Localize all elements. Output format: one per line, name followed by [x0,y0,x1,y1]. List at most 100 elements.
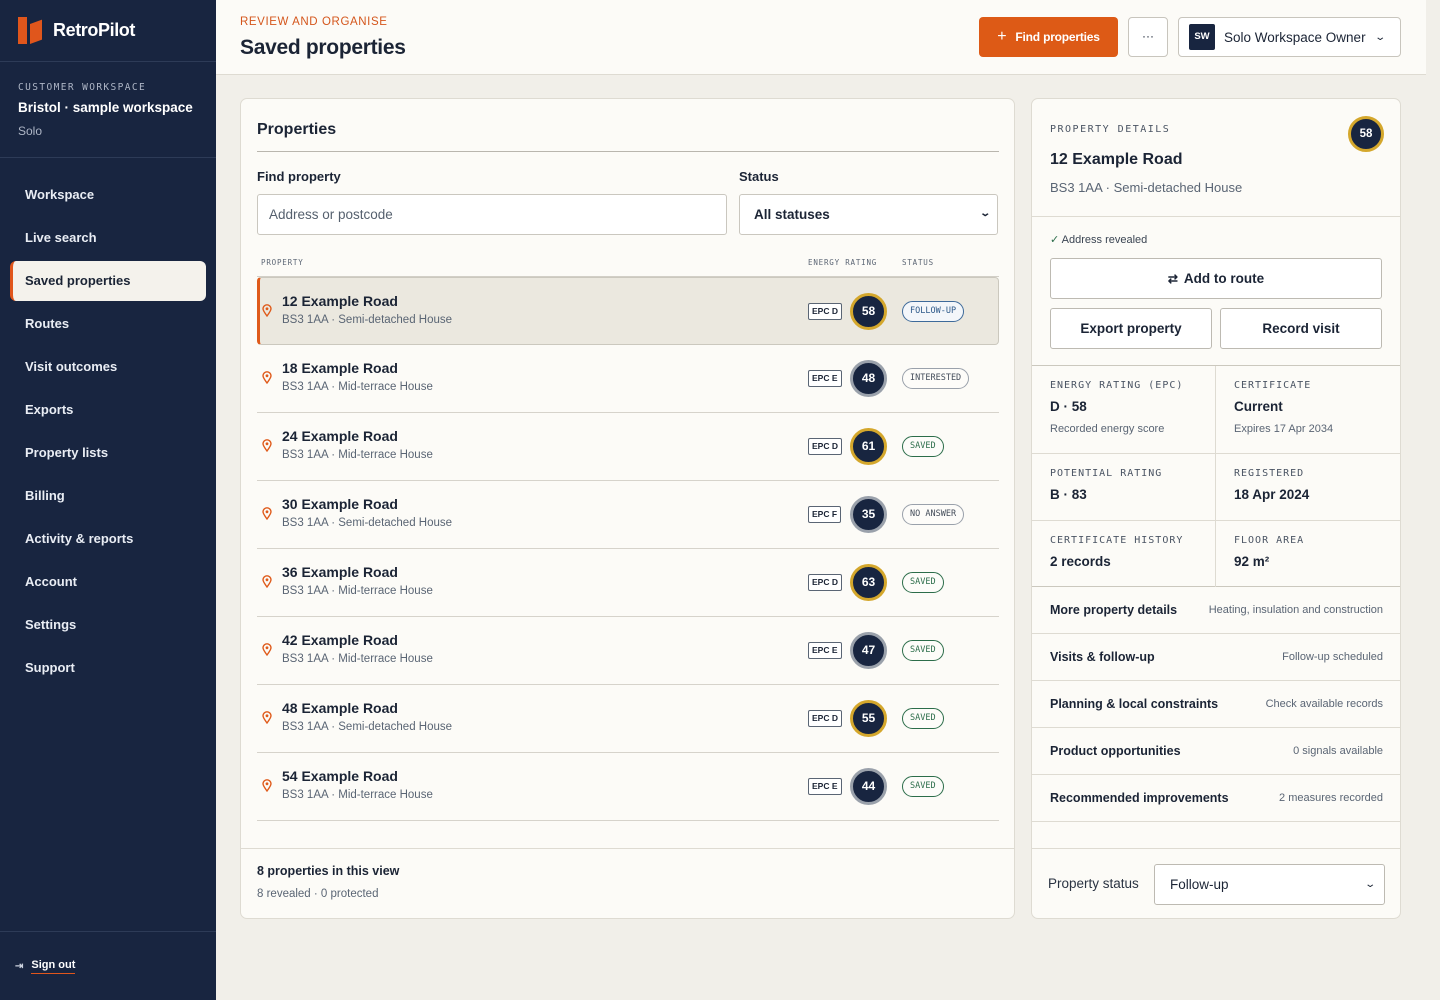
table-row[interactable]: 48 Example Road BS3 1AA · Semi-detached … [257,685,999,753]
user-menu[interactable]: SW Solo Workspace Owner ⌄ [1178,17,1401,57]
divider [1032,216,1400,217]
section-visits-follow-up[interactable]: Visits & follow-up Follow-up scheduled [1032,634,1400,681]
export-property-button[interactable]: Export property [1050,308,1212,349]
epc-badge: EPC F [808,506,842,523]
property-title: 42 Example Road [282,632,398,648]
section-label: Recommended improvements [1050,791,1229,805]
add-to-route-label: Add to route [1183,271,1265,286]
find-property-label: Find property [257,169,341,184]
results-summary: 8 revealed · 0 protected [257,888,379,900]
sign-out-icon: ⇥ [15,960,24,972]
brand-name: RetroPilot [53,20,136,40]
epc-badge: EPC D [808,574,842,591]
property-subtitle: BS3 1AA · Mid-terrace House [282,653,433,665]
status-filter-select[interactable]: All statuses ⌄ [739,194,998,235]
property-title: 24 Example Road [282,428,398,444]
section-more-details[interactable]: More property details Heating, insulatio… [1032,587,1400,634]
sidebar-item-activity-reports[interactable]: Activity & reports [10,519,206,559]
section-hint: Check available records [1265,698,1383,710]
property-status-label: Property status [1048,876,1139,891]
sidebar-item-saved-properties[interactable]: Saved properties [10,261,206,301]
cell-value: B · 83 [1050,487,1087,502]
energy-score: 58 [850,293,887,330]
brand[interactable]: RetroPilot [0,0,216,62]
cell-value: D · 58 [1050,399,1087,414]
registered-cell: REGISTERED 18 Apr 2024 [1216,454,1400,521]
property-subtitle: BS3 1AA · Semi-detached House [282,721,453,733]
page-eyebrow: REVIEW AND ORGANISE [240,16,388,28]
table-row[interactable]: 54 Example Road BS3 1AA · Mid-terrace Ho… [257,753,999,821]
route-icon: ⇄ [1167,272,1178,286]
section-recommended-improvements[interactable]: Recommended improvements 2 measures reco… [1032,775,1400,822]
location-pin-icon [262,711,272,724]
energy-score: 47 [850,632,887,669]
user-name: Solo Workspace Owner [1224,29,1366,45]
certificate-history-cell: CERTIFICATE HISTORY 2 records [1032,521,1216,587]
section-product-opportunities[interactable]: Product opportunities 0 signals availabl… [1032,728,1400,775]
sidebar-nav: Workspace Live search Saved properties R… [0,158,216,688]
section-hint: Heating, insulation and construction [1208,604,1383,616]
epc-badge: EPC D [808,710,842,727]
sidebar-item-settings[interactable]: Settings [10,605,206,645]
status-badge: INTERESTED [902,368,970,389]
cell-label: CERTIFICATE [1234,380,1312,391]
sidebar-item-property-lists[interactable]: Property lists [10,433,206,473]
sidebar-item-account[interactable]: Account [10,562,206,602]
more-options-button[interactable]: ··· [1128,17,1168,57]
table-row[interactable]: 18 Example Road BS3 1AA · Mid-terrace Ho… [257,345,999,413]
epc-badge: EPC E [808,370,842,387]
cell-label: REGISTERED [1234,468,1305,479]
divider [257,151,999,152]
check-icon: ✓ [1050,234,1060,246]
sidebar: RetroPilot CUSTOMER WORKSPACE Bristol · … [0,0,216,1000]
page-header: REVIEW AND ORGANISE Saved properties + F… [216,0,1426,75]
logo-icon [18,17,43,44]
column-header-property: PROPERTY [261,258,304,267]
cell-note: Expires 17 Apr 2034 [1234,423,1334,435]
sidebar-item-billing[interactable]: Billing [10,476,206,516]
sidebar-item-workspace[interactable]: Workspace [10,175,206,215]
property-status-value: Follow-up [1170,877,1229,892]
section-planning[interactable]: Planning & local constraints Check avail… [1032,681,1400,728]
property-subtitle: BS3 1AA · Semi-detached House [282,517,453,529]
energy-score: 35 [850,496,887,533]
details-subtitle: BS3 1AA · Semi-detached House [1050,180,1243,195]
page-title: Saved properties [240,36,406,59]
property-status-select[interactable]: Follow-up ⌄ [1154,864,1385,905]
section-hint: Follow-up scheduled [1282,651,1383,663]
status-filter-value: All statuses [754,207,830,222]
address-revealed-label: Address revealed [1061,234,1148,246]
sign-out-link[interactable]: ⇥ Sign out [0,931,216,1000]
table-row[interactable]: 24 Example Road BS3 1AA · Mid-terrace Ho… [257,413,999,481]
sidebar-item-visit-outcomes[interactable]: Visit outcomes [10,347,206,387]
cell-label: POTENTIAL RATING [1050,468,1163,479]
sidebar-item-live-search[interactable]: Live search [10,218,206,258]
cell-label: ENERGY RATING (EPC) [1050,380,1184,391]
details-title: 12 Example Road [1050,151,1183,168]
status-badge: SAVED [902,436,944,457]
property-subtitle: BS3 1AA · Mid-terrace House [282,789,433,801]
workspace-name: Bristol · sample workspace [18,100,193,115]
cell-value: 18 Apr 2024 [1234,487,1310,502]
section-label: Planning & local constraints [1050,697,1219,711]
sidebar-item-exports[interactable]: Exports [10,390,206,430]
floor-area-cell: FLOOR AREA 92 m² [1216,521,1400,587]
record-visit-button[interactable]: Record visit [1220,308,1382,349]
properties-panel: Properties Find property Status All stat… [240,98,1015,919]
epc-summary-grid: ENERGY RATING (EPC) D · 58 Recorded ener… [1032,365,1400,587]
energy-score: 48 [850,360,887,397]
search-input[interactable] [257,194,727,235]
cell-label: FLOOR AREA [1234,535,1305,546]
table-row[interactable]: 36 Example Road BS3 1AA · Mid-terrace Ho… [257,549,999,617]
table-row[interactable]: 42 Example Road BS3 1AA · Mid-terrace Ho… [257,617,999,685]
cell-label: CERTIFICATE HISTORY [1050,535,1184,546]
table-row[interactable]: 30 Example Road BS3 1AA · Semi-detached … [257,481,999,549]
status-filter-label: Status [739,169,779,184]
find-properties-button[interactable]: + Find properties [979,17,1118,57]
workspace-plan: Solo [18,124,43,138]
add-to-route-button[interactable]: ⇄ Add to route [1050,258,1382,299]
table-row[interactable]: 12 Example Road BS3 1AA · Semi-detached … [257,277,999,345]
sidebar-item-routes[interactable]: Routes [10,304,206,344]
location-pin-icon [262,304,272,317]
sidebar-item-support[interactable]: Support [10,648,206,688]
